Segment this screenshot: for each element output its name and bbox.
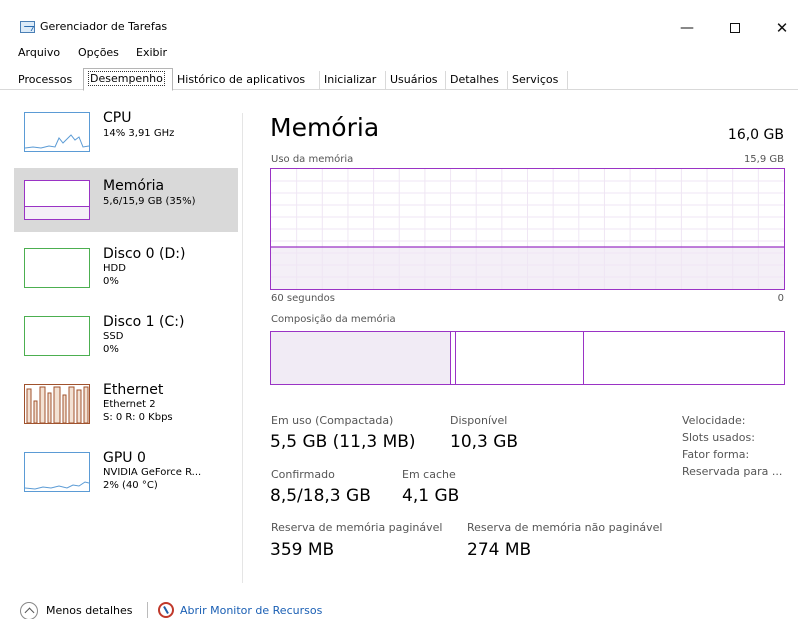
sidebar-item-memoria[interactable]: Memória 5,6/15,9 GB (35%)	[14, 168, 238, 232]
maximize-button[interactable]	[720, 16, 750, 40]
cached-label: Em cache	[402, 468, 456, 481]
sidebar-item-title: Ethernet	[103, 382, 164, 398]
nonpaged-pool-label: Reserva de memória não paginável	[467, 521, 663, 534]
chevron-up-icon[interactable]	[20, 602, 38, 619]
committed-value: 8,5/18,3 GB	[270, 486, 371, 506]
tab-processos[interactable]: Processos	[14, 71, 84, 90]
sidebar-item-cpu[interactable]: CPU 14% 3,91 GHz	[14, 100, 238, 164]
menu-arquivo[interactable]: Arquivo	[18, 46, 60, 59]
less-details-link[interactable]: Menos detalhes	[46, 604, 133, 617]
panel-divider	[242, 113, 243, 583]
speed-label: Velocidade:	[682, 414, 746, 427]
menu-bar: Arquivo Opções Exibir	[0, 44, 798, 62]
open-resource-monitor-link[interactable]: Abrir Monitor de Recursos	[180, 604, 322, 617]
memory-thumb-fill	[25, 205, 89, 219]
tab-inicializar[interactable]: Inicializar	[320, 71, 386, 90]
sidebar-item-disco-0[interactable]: Disco 0 (D:) HDD 0%	[14, 236, 238, 300]
disk-graph-icon	[24, 248, 90, 288]
hardware-reserved-label: Reservada para ...	[682, 465, 783, 478]
sidebar-item-sub: Ethernet 2	[103, 399, 156, 410]
page-title: Memória	[270, 113, 380, 142]
tab-historico-aplicativos[interactable]: Histórico de aplicativos	[173, 71, 320, 90]
available-value: 10,3 GB	[450, 432, 519, 452]
cached-value: 4,1 GB	[402, 486, 460, 506]
title-bar: Gerenciador de Tarefas — ✕	[0, 14, 798, 42]
sidebar-item-sub: SSD	[103, 331, 124, 342]
sidebar-item-sub2: S: 0 R: 0 Kbps	[103, 412, 173, 423]
memory-graph-icon	[24, 180, 90, 220]
menu-exibir[interactable]: Exibir	[136, 46, 167, 59]
minimize-button[interactable]: —	[672, 16, 702, 40]
menu-opcoes[interactable]: Opções	[78, 46, 119, 59]
cpu-graph-icon	[24, 112, 90, 152]
sidebar-item-sub2: 2% (40 °C)	[103, 480, 158, 491]
sidebar-item-title: Disco 0 (D:)	[103, 246, 186, 262]
ethernet-graph-icon	[24, 384, 90, 424]
graph-x-start: 60 segundos	[271, 293, 335, 304]
sidebar-item-ethernet[interactable]: Ethernet Ethernet 2 S: 0 R: 0 Kbps	[14, 372, 238, 436]
composition-segment-standby	[455, 332, 584, 384]
tab-detalhes[interactable]: Detalhes	[446, 71, 508, 90]
sidebar-item-title: Memória	[103, 178, 165, 194]
memory-composition-bar	[270, 331, 785, 385]
composition-segment-in-use	[271, 332, 451, 384]
sidebar-item-sub: NVIDIA GeForce R...	[103, 467, 202, 478]
tab-servicos[interactable]: Serviços	[508, 71, 568, 90]
in-use-label: Em uso (Compactada)	[271, 414, 394, 427]
window-title: Gerenciador de Tarefas	[40, 20, 168, 33]
graph-x-end: 0	[777, 293, 784, 304]
paged-pool-label: Reserva de memória paginável	[271, 521, 443, 534]
sidebar-item-sub: 5,6/15,9 GB (35%)	[103, 196, 196, 207]
sidebar-item-sub2: 0%	[103, 276, 119, 287]
memory-usage-graph	[270, 168, 785, 290]
sidebar-item-title: CPU	[103, 110, 132, 126]
available-label: Disponível	[450, 414, 508, 427]
slots-used-label: Slots usados:	[682, 431, 755, 444]
usage-graph-label: Uso da memória	[271, 154, 354, 165]
composition-segment-free	[583, 332, 784, 384]
sidebar-item-title: GPU 0	[103, 450, 146, 466]
tab-desempenho[interactable]: Desempenho	[83, 68, 173, 91]
sidebar-item-sub2: 0%	[103, 344, 119, 355]
close-button[interactable]: ✕	[767, 16, 797, 40]
sidebar-item-disco-1[interactable]: Disco 1 (C:) SSD 0%	[14, 304, 238, 368]
sidebar-item-sub: 14% 3,91 GHz	[103, 128, 175, 139]
sidebar-item-title: Disco 1 (C:)	[103, 314, 185, 330]
nonpaged-pool-value: 274 MB	[467, 540, 532, 560]
committed-label: Confirmado	[271, 468, 335, 481]
memory-usage-plot	[271, 169, 784, 289]
tab-usuarios[interactable]: Usuários	[386, 71, 446, 90]
disk-graph-icon	[24, 316, 90, 356]
tab-bar: Processos Desempenho Histórico de aplica…	[0, 68, 798, 91]
footer-separator	[147, 602, 148, 618]
resource-monitor-icon[interactable]	[158, 602, 174, 618]
performance-sidebar: CPU 14% 3,91 GHz Memória 5,6/15,9 GB (35…	[14, 100, 238, 585]
memory-total: 16,0 GB	[727, 127, 784, 143]
sidebar-item-gpu-0[interactable]: GPU 0 NVIDIA GeForce R... 2% (40 °C)	[14, 440, 238, 504]
maximize-icon	[730, 23, 740, 33]
tab-desempenho-label: Desempenho	[88, 71, 165, 86]
sidebar-item-sub: HDD	[103, 263, 126, 274]
paged-pool-value: 359 MB	[270, 540, 335, 560]
composition-label: Composição da memória	[271, 314, 396, 325]
task-manager-icon	[20, 21, 35, 33]
in-use-value: 5,5 GB (11,3 MB)	[270, 432, 416, 452]
usage-graph-max: 15,9 GB	[743, 154, 784, 165]
footer: Menos detalhes Abrir Monitor de Recursos	[0, 598, 798, 619]
gpu-graph-icon	[24, 452, 90, 492]
form-factor-label: Fator forma:	[682, 448, 750, 461]
